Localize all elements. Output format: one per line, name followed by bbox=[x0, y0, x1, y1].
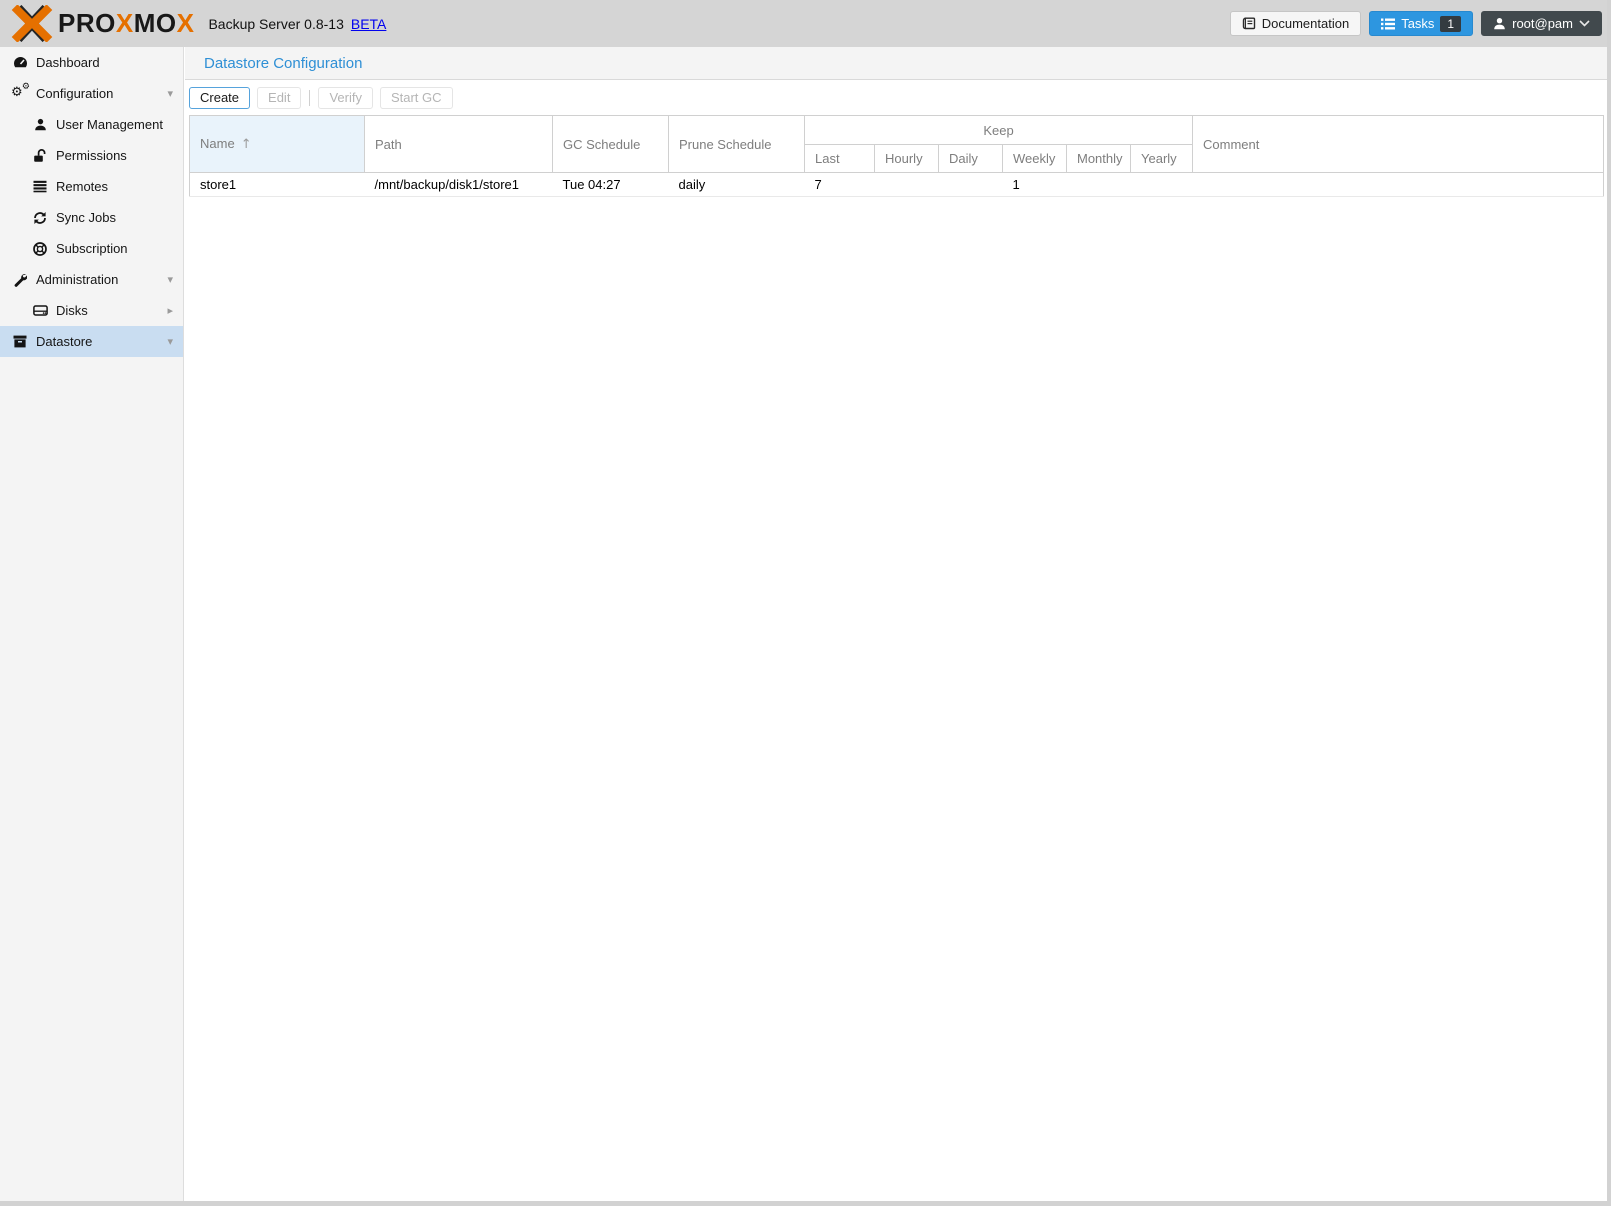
user-menu-button[interactable]: root@pam bbox=[1481, 11, 1602, 36]
user-icon bbox=[1493, 17, 1506, 30]
cell-gc-schedule: Tue 04:27 bbox=[553, 173, 669, 197]
sidebar-item-label: Administration bbox=[36, 272, 118, 287]
column-header-keep-daily[interactable]: Daily bbox=[939, 145, 1003, 173]
start-gc-button[interactable]: Start GC bbox=[380, 87, 453, 109]
proxmox-logo-text: PROXMOX bbox=[58, 8, 194, 39]
cell-keep-hourly bbox=[875, 173, 939, 197]
column-header-name[interactable]: Name↑ bbox=[190, 116, 365, 173]
product-version-text: Backup Server 0.8-13 bbox=[208, 16, 343, 32]
chevron-right-icon[interactable]: ▸ bbox=[167, 304, 173, 317]
top-bar: PROXMOX Backup Server 0.8-13 BETA Docume… bbox=[0, 0, 1611, 47]
column-header-comment[interactable]: Comment bbox=[1193, 116, 1604, 173]
beta-link[interactable]: BETA bbox=[351, 16, 387, 32]
sidebar-item-sync-jobs[interactable]: Sync Jobs bbox=[0, 202, 183, 233]
main-content: Datastore Configuration Create Edit Veri… bbox=[185, 47, 1607, 1201]
tasks-count-badge: 1 bbox=[1440, 16, 1461, 32]
sidebar-item-administration[interactable]: Administration ▾ bbox=[0, 264, 183, 295]
column-group-keep: Keep bbox=[805, 116, 1193, 145]
chevron-down-icon[interactable]: ▾ bbox=[167, 335, 173, 348]
cell-keep-weekly: 1 bbox=[1003, 173, 1067, 197]
sidebar-item-configuration[interactable]: ⚙⚙ Configuration ▾ bbox=[0, 78, 183, 109]
sidebar-item-remotes[interactable]: Remotes bbox=[0, 171, 183, 202]
sidebar-item-label: Sync Jobs bbox=[56, 210, 116, 225]
sidebar-item-subscription[interactable]: Subscription bbox=[0, 233, 183, 264]
proxmox-logo-icon bbox=[10, 5, 54, 42]
cell-prune-schedule: daily bbox=[669, 173, 805, 197]
tasks-button-label: Tasks bbox=[1401, 16, 1434, 31]
edit-button[interactable]: Edit bbox=[257, 87, 301, 109]
sidebar-item-label: User Management bbox=[56, 117, 163, 132]
column-header-keep-last[interactable]: Last bbox=[805, 145, 875, 173]
cell-keep-daily bbox=[939, 173, 1003, 197]
column-header-gc-schedule[interactable]: GC Schedule bbox=[553, 116, 669, 173]
toolbar: Create Edit Verify Start GC bbox=[185, 80, 1607, 115]
column-header-keep-hourly[interactable]: Hourly bbox=[875, 145, 939, 173]
documentation-button-label: Documentation bbox=[1262, 16, 1349, 31]
datastore-grid: Name↑ Path GC Schedule Prune Schedule Ke… bbox=[189, 115, 1603, 197]
sidebar-nav: Dashboard ⚙⚙ Configuration ▾ User Manage… bbox=[0, 47, 184, 1201]
sidebar-item-datastore[interactable]: Datastore ▾ bbox=[0, 326, 183, 357]
documentation-button[interactable]: Documentation bbox=[1230, 11, 1361, 36]
life-ring-icon bbox=[32, 242, 48, 256]
sidebar-item-label: Configuration bbox=[36, 86, 113, 101]
dashboard-icon bbox=[12, 56, 28, 70]
create-button[interactable]: Create bbox=[189, 87, 250, 109]
sidebar-item-user-management[interactable]: User Management bbox=[0, 109, 183, 140]
toolbar-separator bbox=[309, 90, 310, 106]
cell-path: /mnt/backup/disk1/store1 bbox=[365, 173, 553, 197]
chevron-down-icon[interactable]: ▾ bbox=[167, 87, 173, 100]
column-header-keep-weekly[interactable]: Weekly bbox=[1003, 145, 1067, 173]
sidebar-item-label: Disks bbox=[56, 303, 88, 318]
window-edge-bottom bbox=[0, 1201, 1611, 1206]
wrench-icon bbox=[12, 273, 28, 287]
archive-icon bbox=[12, 335, 28, 348]
chevron-down-icon[interactable]: ▾ bbox=[167, 273, 173, 286]
sort-ascending-icon: ↑ bbox=[241, 137, 252, 152]
column-header-prune-schedule[interactable]: Prune Schedule bbox=[669, 116, 805, 173]
sidebar-item-permissions[interactable]: Permissions bbox=[0, 140, 183, 171]
sidebar-item-disks[interactable]: Disks ▸ bbox=[0, 295, 183, 326]
table-row[interactable]: store1 /mnt/backup/disk1/store1 Tue 04:2… bbox=[190, 173, 1604, 197]
proxmox-logo: PROXMOX bbox=[10, 5, 194, 42]
page-title: Datastore Configuration bbox=[185, 47, 1607, 80]
proxmox-backup-server-app: { "topbar": { "logo_word": "PROXMOX", "p… bbox=[0, 0, 1611, 1206]
user-menu-label: root@pam bbox=[1512, 16, 1573, 31]
sidebar-item-label: Subscription bbox=[56, 241, 128, 256]
sync-icon bbox=[32, 211, 48, 225]
cell-keep-monthly bbox=[1067, 173, 1131, 197]
window-edge-right bbox=[1607, 0, 1611, 1206]
cell-comment bbox=[1193, 173, 1604, 197]
tasks-button[interactable]: Tasks 1 bbox=[1369, 11, 1473, 36]
cell-name: store1 bbox=[190, 173, 365, 197]
sidebar-item-dashboard[interactable]: Dashboard bbox=[0, 47, 183, 78]
chevron-down-icon bbox=[1579, 20, 1590, 27]
sidebar-item-label: Permissions bbox=[56, 148, 127, 163]
list-icon bbox=[32, 180, 48, 193]
user-icon bbox=[32, 118, 48, 131]
unlock-icon bbox=[32, 149, 48, 163]
cell-keep-last: 7 bbox=[805, 173, 875, 197]
task-list-icon bbox=[1381, 18, 1395, 30]
sidebar-item-label: Dashboard bbox=[36, 55, 100, 70]
column-header-keep-monthly[interactable]: Monthly bbox=[1067, 145, 1131, 173]
verify-button[interactable]: Verify bbox=[318, 87, 373, 109]
column-header-path[interactable]: Path bbox=[365, 116, 553, 173]
hdd-icon bbox=[32, 304, 48, 317]
gears-icon: ⚙⚙ bbox=[12, 86, 28, 102]
column-header-keep-yearly[interactable]: Yearly bbox=[1131, 145, 1193, 173]
sidebar-item-label: Datastore bbox=[36, 334, 92, 349]
book-icon bbox=[1242, 17, 1256, 31]
sidebar-item-label: Remotes bbox=[56, 179, 108, 194]
cell-keep-yearly bbox=[1131, 173, 1193, 197]
